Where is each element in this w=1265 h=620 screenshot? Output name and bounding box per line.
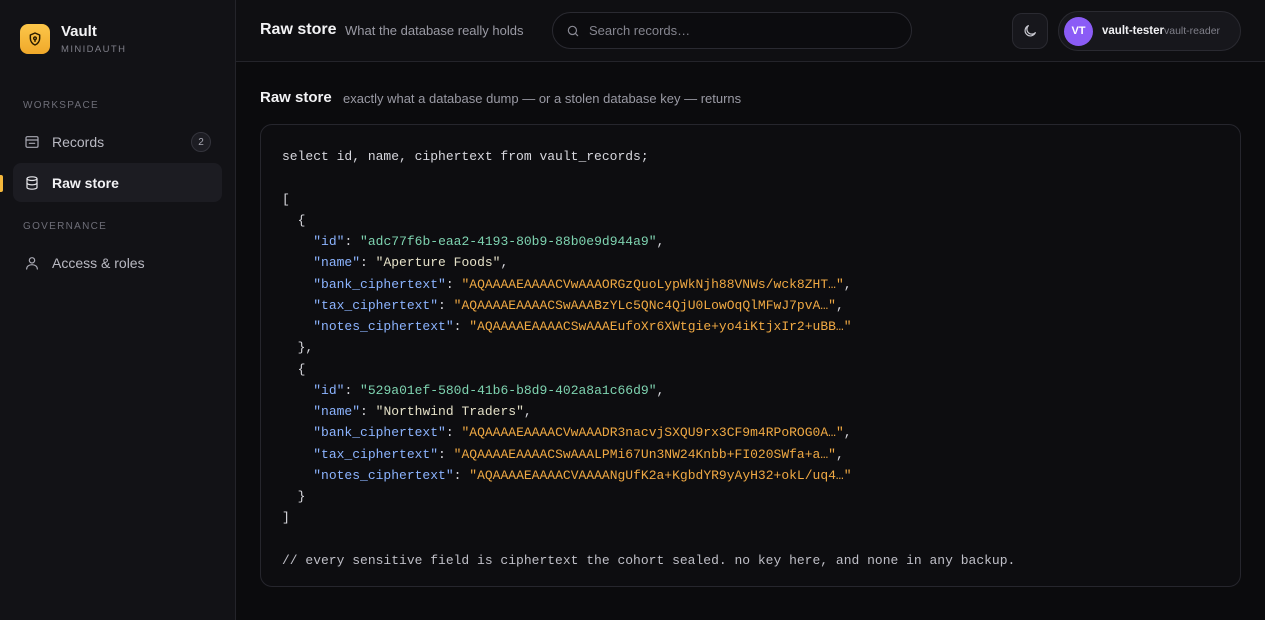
record-name: Aperture Foods bbox=[383, 255, 493, 271]
moon-icon bbox=[1022, 23, 1038, 39]
app-subtitle: MINIDAUTH bbox=[61, 44, 127, 55]
main-panel: Raw store What the database really holds bbox=[236, 0, 1265, 620]
record-bank-ciphertext: AQAAAAEAAAACVwAAADR3nacvjSXQU9rx3CF9m4RP… bbox=[469, 425, 836, 441]
page-title: Raw store bbox=[260, 21, 337, 38]
page-subtitle: What the database really holds bbox=[345, 23, 524, 38]
sidebar-item-label: Records bbox=[52, 133, 105, 150]
record-id: adc77f6b-eaa2-4193-80b9-88b0e9d944a9 bbox=[367, 234, 649, 249]
sidebar: Vault MINIDAUTH WORKSPACE Records 2 Raw … bbox=[0, 0, 236, 620]
section-title: Raw store bbox=[260, 89, 332, 106]
section-label-governance: GOVERNANCE bbox=[23, 221, 108, 232]
footer-comment: // every sensitive field is ciphertext t… bbox=[282, 552, 1016, 568]
sidebar-item-raw-store[interactable]: Raw store bbox=[13, 163, 222, 202]
sidebar-item-access-roles[interactable]: Access & roles bbox=[13, 243, 222, 282]
sidebar-item-records[interactable]: Records 2 bbox=[13, 122, 222, 161]
sql-query: select id, name, ciphertext from vault_r… bbox=[282, 149, 649, 164]
brand[interactable]: Vault MINIDAUTH bbox=[20, 23, 126, 55]
search-input[interactable] bbox=[589, 23, 889, 38]
active-indicator bbox=[0, 175, 3, 192]
search-icon bbox=[566, 24, 580, 38]
record-id: 529a01ef-580d-41b6-b8d9-402a8a1c66d9 bbox=[367, 382, 649, 398]
user-menu[interactable]: VT vault-tester vault-reader bbox=[1058, 11, 1241, 51]
section-label-workspace: WORKSPACE bbox=[23, 100, 99, 111]
app-name: Vault bbox=[61, 23, 97, 40]
top-bar: Raw store What the database really holds bbox=[236, 0, 1265, 62]
records-icon bbox=[24, 134, 40, 150]
record-bank-ciphertext: AQAAAAEAAAACVwAAAORGzQuoLypWkNjh88VNWs/w… bbox=[469, 276, 836, 292]
app-root: Vault MINIDAUTH WORKSPACE Records 2 Raw … bbox=[0, 0, 1265, 620]
record-tax-ciphertext: AQAAAAEAAAACSwAAABzYLc5QNc4QjU0LowOqQlMF… bbox=[461, 297, 829, 313]
sidebar-item-label: Raw store bbox=[52, 174, 119, 191]
sidebar-item-label: Access & roles bbox=[52, 254, 145, 271]
records-count-badge: 2 bbox=[191, 132, 211, 152]
search-box[interactable] bbox=[552, 12, 912, 49]
user-icon bbox=[24, 255, 40, 271]
section-subtitle: exactly what a database dump — or a stol… bbox=[343, 91, 742, 106]
record-notes-ciphertext: AQAAAAEAAAACSwAAAEufoXr6XWtgie+yo4iKtjxI… bbox=[477, 319, 844, 334]
record-notes-ciphertext: AQAAAAEAAAACVAAAANgUfK2a+KgbdYR9yAyH32+o… bbox=[477, 467, 844, 483]
shield-lock-icon bbox=[20, 24, 50, 54]
theme-toggle-button[interactable] bbox=[1012, 13, 1048, 49]
user-name: vault-tester bbox=[1102, 25, 1164, 37]
database-icon bbox=[24, 175, 40, 191]
record-name: Northwind Traders bbox=[383, 404, 517, 419]
raw-store-dump: select id, name, ciphertext from vault_r… bbox=[260, 124, 1241, 587]
user-role: vault-reader bbox=[1164, 25, 1221, 37]
avatar: VT bbox=[1064, 16, 1093, 46]
code-block: select id, name, ciphertext from vault_r… bbox=[282, 149, 1016, 568]
record-tax-ciphertext: AQAAAAEAAAACSwAAALPMi67Un3NW24Knbb+FI020… bbox=[461, 446, 829, 462]
